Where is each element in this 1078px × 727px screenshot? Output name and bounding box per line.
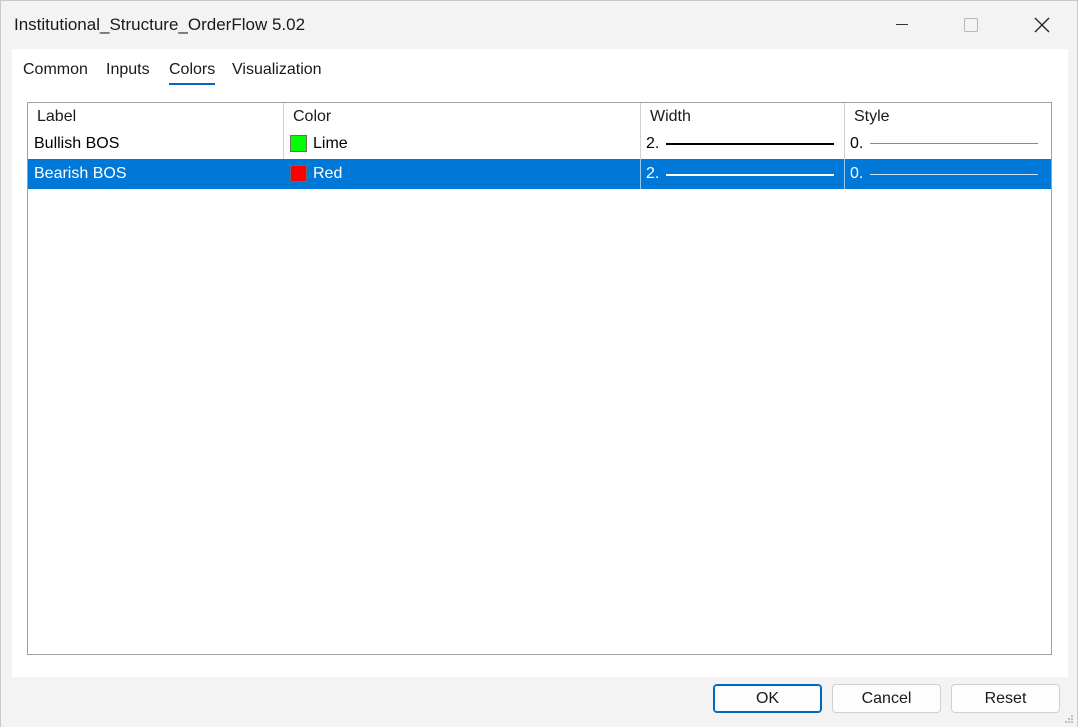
- column-header-color[interactable]: Color: [284, 103, 641, 131]
- maximize-icon: [964, 18, 978, 32]
- tab-visualization[interactable]: Visualization: [232, 61, 322, 79]
- title-bar[interactable]: Institutional_Structure_OrderFlow 5.02: [1, 1, 1077, 49]
- row-label: Bullish BOS: [34, 135, 120, 152]
- style-line-preview: [870, 143, 1038, 144]
- window-title: Institutional_Structure_OrderFlow 5.02: [14, 15, 306, 34]
- maximize-button: [948, 1, 994, 49]
- table-row[interactable]: Bullish BOS Lime 2. 0.: [28, 129, 1051, 159]
- width-line-preview: [666, 174, 834, 176]
- color-name[interactable]: Red: [313, 159, 342, 189]
- table-row[interactable]: Bearish BOS Red 2. 0.: [28, 159, 1051, 189]
- color-swatch[interactable]: [290, 135, 307, 152]
- minimize-icon: [896, 24, 908, 25]
- tab-colors[interactable]: Colors: [169, 61, 216, 85]
- column-header-width[interactable]: Width: [641, 103, 845, 131]
- close-icon: [1034, 17, 1050, 33]
- style-value[interactable]: 0.: [850, 159, 863, 189]
- dialog-window: Institutional_Structure_OrderFlow 5.02 C…: [0, 0, 1078, 727]
- column-header-style[interactable]: Style: [845, 103, 1051, 131]
- style-value[interactable]: 0.: [850, 129, 863, 159]
- close-button[interactable]: [1019, 1, 1065, 49]
- resize-grip-icon[interactable]: [1064, 714, 1074, 724]
- cancel-button[interactable]: Cancel: [832, 684, 941, 713]
- column-header-label[interactable]: Label: [28, 103, 284, 131]
- dialog-content: Common Inputs Colors Visualization Label…: [12, 49, 1068, 677]
- column-divider: [640, 159, 641, 189]
- tab-inputs[interactable]: Inputs: [106, 61, 150, 79]
- tab-common[interactable]: Common: [23, 61, 88, 79]
- width-line-preview: [666, 143, 834, 145]
- dialog-footer: OK Cancel Reset: [1, 677, 1077, 727]
- color-name[interactable]: Lime: [313, 129, 348, 159]
- style-line-preview: [870, 174, 1038, 175]
- column-divider: [844, 159, 845, 189]
- width-value[interactable]: 2.: [646, 129, 659, 159]
- ok-button[interactable]: OK: [713, 684, 822, 713]
- minimize-button[interactable]: [879, 1, 925, 49]
- row-label: Bearish BOS: [34, 165, 127, 182]
- colors-table: Label Color Width Style Bullish BOS Lime…: [27, 102, 1052, 655]
- reset-button[interactable]: Reset: [951, 684, 1060, 713]
- width-value[interactable]: 2.: [646, 159, 659, 189]
- color-swatch[interactable]: [290, 165, 307, 182]
